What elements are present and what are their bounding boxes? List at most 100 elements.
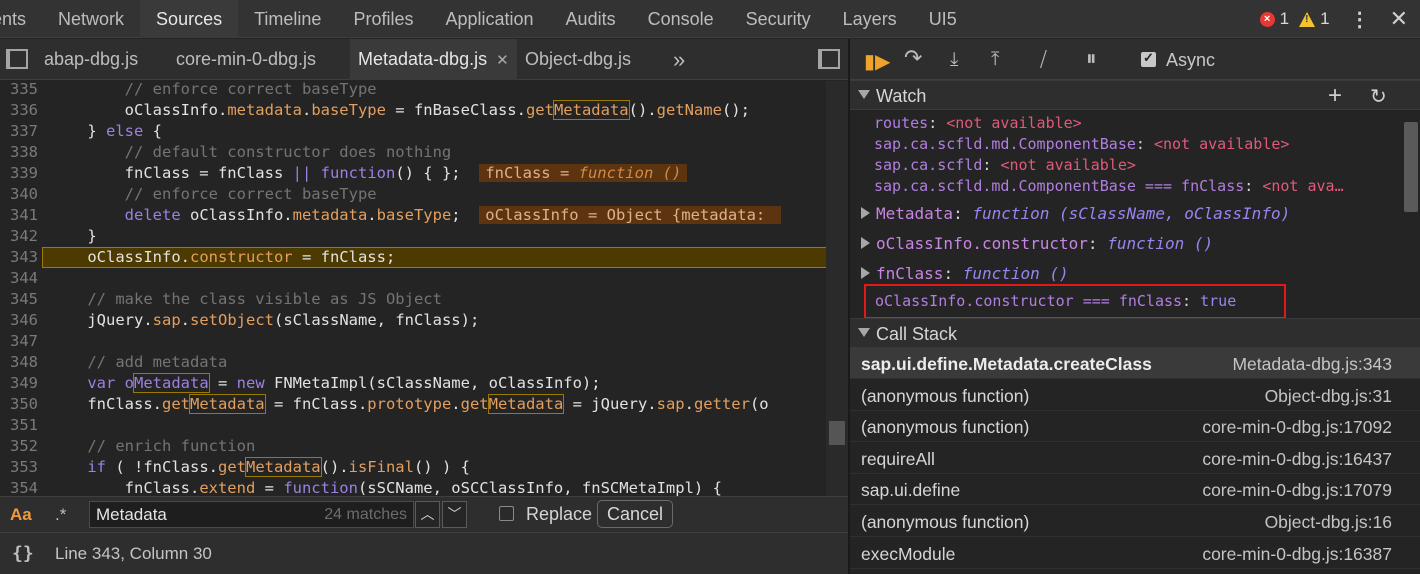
toggle-debugger-icon[interactable] (818, 49, 840, 69)
add-watch-icon[interactable]: + (1328, 82, 1342, 110)
resume-icon[interactable]: ▮▶ (864, 49, 890, 74)
code-line[interactable]: 350 fnClass.getMetadata = fnClass.protot… (0, 394, 848, 415)
async-checkbox[interactable]: ✓ (1141, 50, 1156, 67)
code-line[interactable]: 342 } (0, 226, 848, 247)
watch-expression[interactable]: fnClass: function () (876, 263, 1069, 284)
code-line[interactable]: 352 // enrich function (0, 436, 848, 457)
line-number[interactable]: 353 (0, 457, 38, 478)
code-line[interactable]: 346 jQuery.sap.setObject(sClassName, fnC… (0, 310, 848, 331)
callstack-frame[interactable]: requireAll core-min-0-dbg.js:16437 (850, 443, 1420, 474)
step-over-icon[interactable]: ↷ (904, 45, 922, 71)
step-out-icon[interactable]: ⤒ (991, 49, 999, 71)
close-icon[interactable]: ✕ (1390, 6, 1408, 32)
scrollbar-thumb[interactable] (829, 421, 845, 445)
line-number[interactable]: 339 (0, 163, 38, 184)
callstack-frame[interactable]: sap.ui.define.Metadata.createClass Metada… (850, 348, 1420, 379)
regex-toggle[interactable]: .* (55, 505, 66, 525)
panel-tab[interactable]: Security (730, 0, 827, 38)
line-number[interactable]: 350 (0, 394, 38, 415)
debugger-scrollbar-thumb[interactable] (1404, 122, 1418, 212)
frame-location[interactable]: Object-dbg.js:16 (1265, 512, 1392, 533)
panel-tab[interactable]: Layers (827, 0, 913, 38)
frame-location[interactable]: Metadata-dbg.js:343 (1232, 354, 1392, 375)
frame-location[interactable]: Object-dbg.js:31 (1265, 386, 1392, 407)
code-line[interactable]: 351 (0, 415, 848, 436)
line-number[interactable]: 336 (0, 100, 38, 121)
pretty-print-icon[interactable]: {} (12, 543, 34, 564)
pause-on-exceptions-icon[interactable]: ⏸ (1086, 47, 1097, 71)
callstack-frame[interactable]: (anonymous function) Object-dbg.js:16 (850, 506, 1420, 537)
line-number[interactable]: 354 (0, 478, 38, 496)
watch-expression[interactable]: Metadata: function (sClassName, oClassIn… (876, 203, 1290, 224)
warning-count[interactable]: 1 (1320, 9, 1329, 29)
panel-tab[interactable]: Network (42, 0, 140, 38)
panel-tab[interactable]: Audits (550, 0, 632, 38)
expand-triangle-icon[interactable] (861, 207, 870, 219)
line-number[interactable]: 344 (0, 268, 38, 289)
code-line[interactable]: 347 (0, 331, 848, 352)
file-tab-core-min[interactable]: core-min-0-dbg.js (176, 39, 316, 80)
code-line[interactable]: 337 } else { (0, 121, 848, 142)
line-number[interactable]: 346 (0, 310, 38, 331)
more-tabs-icon[interactable]: » (673, 39, 685, 80)
file-tab-object[interactable]: Object-dbg.js (525, 39, 631, 80)
search-input[interactable] (96, 504, 316, 525)
callstack-frame[interactable]: (anonymous function) Object-dbg.js:31 (850, 380, 1420, 411)
watch-expression[interactable]: sap.ca.scfld: <not available> (874, 155, 1136, 176)
code-line[interactable]: 353 if ( !fnClass.getMetadata().isFinal(… (0, 457, 848, 478)
line-number[interactable]: 342 (0, 226, 38, 247)
search-field[interactable]: 24 matches (89, 501, 414, 528)
callstack-frame[interactable]: execModule core-min-0-dbg.js:16387 (850, 538, 1420, 569)
watch-expression[interactable]: routes: <not available> (874, 113, 1082, 134)
code-line[interactable]: 338 // default constructor does nothing (0, 142, 848, 163)
cancel-button[interactable]: Cancel (597, 500, 674, 528)
step-into-icon[interactable]: ⤓ (950, 49, 958, 71)
code-line[interactable]: 339 fnClass = fnClass || function() { };… (0, 163, 848, 184)
error-icon[interactable]: × (1259, 11, 1275, 27)
line-number[interactable]: 341 (0, 205, 38, 226)
next-match-button[interactable]: ﹀ (442, 501, 467, 528)
code-line[interactable]: 343 oClassInfo.constructor = fnClass; (0, 247, 848, 268)
callstack-section-header[interactable]: Call Stack (850, 318, 1420, 348)
panel-tab[interactable]: Console (632, 0, 730, 38)
code-line[interactable]: 348 // add metadata (0, 352, 848, 373)
watch-expression[interactable]: oClassInfo.constructor: function () (876, 233, 1213, 254)
watch-expression[interactable]: sap.ca.scfld.md.ComponentBase === fnClas… (874, 176, 1344, 197)
previous-match-button[interactable]: ︿ (415, 501, 440, 528)
panel-tab[interactable]: Sources (140, 0, 239, 38)
watch-expression[interactable]: sap.ca.scfld.md.ComponentBase: <not avai… (874, 134, 1289, 155)
line-number[interactable]: 337 (0, 121, 38, 142)
watch-section-header[interactable]: Watch + ↻ (850, 80, 1420, 110)
line-number[interactable]: 349 (0, 373, 38, 394)
line-number[interactable]: 348 (0, 352, 38, 373)
line-number[interactable]: 347 (0, 331, 38, 352)
line-number[interactable]: 335 (0, 81, 38, 100)
refresh-watch-icon[interactable]: ↻ (1370, 84, 1387, 109)
frame-location[interactable]: core-min-0-dbg.js:17092 (1202, 417, 1392, 438)
warning-icon[interactable]: ! (1299, 11, 1316, 27)
code-line[interactable]: 349 var oMetadata = new FNMetaImpl(sClas… (0, 373, 848, 394)
panel-tab[interactable]: Application (429, 0, 549, 38)
watch-expression-highlighted[interactable]: oClassInfo.constructor === fnClass: true (875, 291, 1236, 312)
code-line[interactable]: 354 fnClass.extend = function(sSCName, o… (0, 478, 848, 496)
panel-tab[interactable]: ents (0, 0, 42, 38)
code-line[interactable]: 345 // make the class visible as JS Obje… (0, 289, 848, 310)
frame-location[interactable]: core-min-0-dbg.js:17079 (1202, 480, 1392, 501)
callstack-frame[interactable]: (anonymous function) core-min-0-dbg.js:17… (850, 411, 1420, 443)
panel-tab[interactable]: Timeline (238, 0, 337, 38)
line-number[interactable]: 351 (0, 415, 38, 436)
frame-location[interactable]: core-min-0-dbg.js:16437 (1202, 449, 1392, 470)
expand-triangle-icon[interactable] (861, 237, 870, 249)
toggle-navigator-icon[interactable] (6, 49, 28, 69)
line-number[interactable]: 352 (0, 436, 38, 457)
panel-tab[interactable]: UI5 (913, 0, 973, 38)
match-case-toggle[interactable]: Aa (10, 505, 32, 525)
callstack-frame[interactable]: sap.ui.define core-min-0-dbg.js:17079 (850, 474, 1420, 506)
line-number[interactable]: 345 (0, 289, 38, 310)
panel-tab[interactable]: Profiles (337, 0, 429, 38)
error-count[interactable]: 1 (1280, 9, 1289, 29)
expand-triangle-icon[interactable] (861, 267, 870, 279)
code-line[interactable]: 340 // enforce correct baseType (0, 184, 848, 205)
close-tab-icon[interactable]: ✕ (496, 52, 509, 69)
code-line[interactable]: 335 // enforce correct baseType (0, 81, 848, 100)
